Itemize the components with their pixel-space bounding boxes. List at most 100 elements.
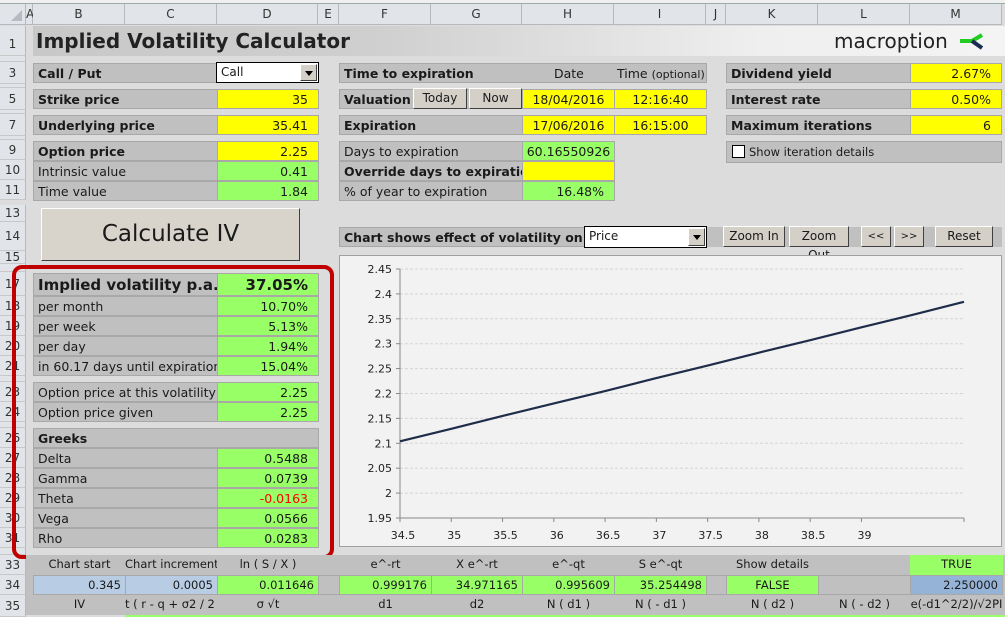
column-header-c[interactable]: C: [125, 4, 217, 25]
interest-input[interactable]: 0.50%: [910, 89, 1002, 109]
row-header-35[interactable]: 35: [0, 595, 26, 617]
chevron-down-icon[interactable]: [688, 228, 705, 246]
iterations-input[interactable]: 6: [910, 115, 1002, 135]
y-tick-label: 2.25: [368, 363, 393, 376]
per-day-value: 1.94%: [217, 336, 319, 356]
column-header-b[interactable]: B: [33, 4, 125, 25]
greek-label-theta: Theta: [33, 488, 218, 508]
row-header-34[interactable]: 34: [0, 575, 26, 595]
valuation-date-input[interactable]: 18/04/2016: [522, 89, 615, 109]
underlying-input[interactable]: 35.41: [217, 115, 319, 135]
expiration-date-input[interactable]: 17/06/2016: [522, 115, 615, 135]
select-all-corner[interactable]: [0, 4, 26, 25]
row-header-30[interactable]: 30: [0, 508, 26, 528]
reset-button[interactable]: Reset: [935, 226, 993, 247]
column-header-j[interactable]: J: [706, 4, 726, 25]
row-header-28[interactable]: 28: [0, 468, 26, 488]
row-header-7[interactable]: 7: [0, 114, 26, 136]
calculate-iv-button[interactable]: Calculate IV: [41, 208, 300, 261]
y-tick-label: 1.95: [368, 512, 393, 525]
column-header-l[interactable]: L: [818, 4, 910, 25]
show-iterations-label: Show iteration details: [749, 145, 875, 159]
row34-cell[interactable]: 0.011646: [217, 575, 319, 595]
row34-cell[interactable]: 34.971165: [431, 575, 523, 595]
column-header-d[interactable]: D: [217, 4, 318, 25]
zoom-in-button[interactable]: Zoom In: [723, 226, 785, 247]
row35-cell: IV: [33, 595, 126, 615]
iterations-label: Maximum iterations: [726, 115, 911, 135]
y-tick-label: 2.4: [375, 288, 393, 301]
date-header: Date: [554, 66, 584, 81]
show-iterations-row[interactable]: Show iteration details: [726, 141, 1002, 163]
column-header-h[interactable]: H: [522, 4, 614, 25]
valuation-time-input[interactable]: 12:16:40: [614, 89, 707, 109]
row34-cell[interactable]: 35.254498: [614, 575, 707, 595]
row-header-5[interactable]: 5: [0, 88, 26, 110]
call-put-label: Call / Put: [33, 63, 218, 83]
column-header-m[interactable]: M: [910, 4, 1002, 25]
greek-value-theta: -0.0163: [217, 488, 319, 508]
greeks-title: Greeks: [33, 428, 319, 448]
row33-cell: TRUE: [910, 555, 1003, 575]
chevron-down-icon[interactable]: [300, 64, 317, 81]
next-button[interactable]: >>: [894, 226, 924, 247]
strike-input[interactable]: 35: [217, 89, 319, 109]
row-header-18[interactable]: 18: [0, 296, 26, 316]
y-tick-label: 2.45: [368, 263, 393, 276]
chart-mode-select[interactable]: Price: [584, 226, 707, 248]
row-header-31[interactable]: 31: [0, 528, 26, 548]
y-tick-label: 2: [385, 487, 392, 500]
column-header-k[interactable]: K: [726, 4, 818, 25]
row34-cell[interactable]: FALSE: [726, 575, 819, 595]
column-header-i[interactable]: I: [614, 4, 706, 25]
row34-cell[interactable]: 0.995609: [522, 575, 615, 595]
expiration-time-input[interactable]: 16:15:00: [614, 115, 707, 135]
row-header-20[interactable]: 20: [0, 336, 26, 356]
row33-cell: e^-qt: [522, 555, 615, 575]
row35-cell: d2: [431, 595, 523, 615]
zoom-out-button[interactable]: Zoom Out: [789, 226, 849, 262]
row-header-1[interactable]: 1: [0, 26, 26, 56]
row-header-14[interactable]: 14: [0, 222, 26, 251]
row-header-27[interactable]: 27: [0, 448, 26, 468]
time-header-row: Time to expiration Date Time (optional): [339, 63, 707, 83]
prev-button[interactable]: <<: [861, 226, 891, 247]
row33-cell: [706, 555, 727, 575]
option-price-label: Option price: [33, 141, 218, 161]
row34-cell[interactable]: 2.250000: [910, 575, 1003, 595]
row-header-9[interactable]: 9: [0, 140, 26, 160]
row33-cell: Chart increment: [125, 555, 218, 575]
now-button[interactable]: Now: [469, 88, 522, 109]
column-header-a[interactable]: A: [26, 4, 34, 25]
column-header-g[interactable]: G: [431, 4, 522, 25]
row-header-15[interactable]: 15: [0, 251, 26, 264]
row34-cell[interactable]: 0.345: [33, 575, 126, 595]
x-tick-label: 36: [550, 529, 564, 542]
column-header-e[interactable]: E: [318, 4, 339, 25]
row-header-3[interactable]: 3: [0, 62, 26, 84]
dividend-input[interactable]: 2.67%: [910, 63, 1002, 83]
row34-cell[interactable]: 0.999176: [339, 575, 432, 595]
volatility-chart: 1.95 2 2.05 2.1 2.15 2.2 2.25 2.3 2.35 2.4 2.45 34.…: [339, 255, 1002, 547]
today-button[interactable]: Today: [413, 88, 467, 109]
row-header-26[interactable]: 26: [0, 428, 26, 448]
option-price-input[interactable]: 2.25: [217, 141, 319, 161]
row-header-29[interactable]: 29: [0, 488, 26, 508]
row-header-23[interactable]: 23: [0, 382, 26, 402]
row34-cell[interactable]: 0.0005: [125, 575, 218, 595]
macroption-logo: macroption: [834, 29, 986, 53]
row-header-13[interactable]: 13: [0, 205, 26, 222]
row-header-21[interactable]: 21: [0, 356, 26, 376]
override-days-input[interactable]: [522, 161, 615, 181]
row-header-17[interactable]: 17: [0, 272, 26, 296]
row-header-10[interactable]: 10: [0, 160, 26, 180]
row-header-24[interactable]: 24: [0, 402, 26, 422]
row-header-hidden: [0, 548, 26, 555]
call-put-select[interactable]: Call: [216, 62, 319, 83]
row-header-19[interactable]: 19: [0, 316, 26, 336]
column-header-f[interactable]: F: [339, 4, 431, 25]
show-iterations-checkbox[interactable]: [732, 145, 745, 158]
row-header-33[interactable]: 33: [0, 555, 26, 575]
row-header-11[interactable]: 11: [0, 180, 26, 200]
until-exp-value: 15.04%: [217, 356, 319, 376]
